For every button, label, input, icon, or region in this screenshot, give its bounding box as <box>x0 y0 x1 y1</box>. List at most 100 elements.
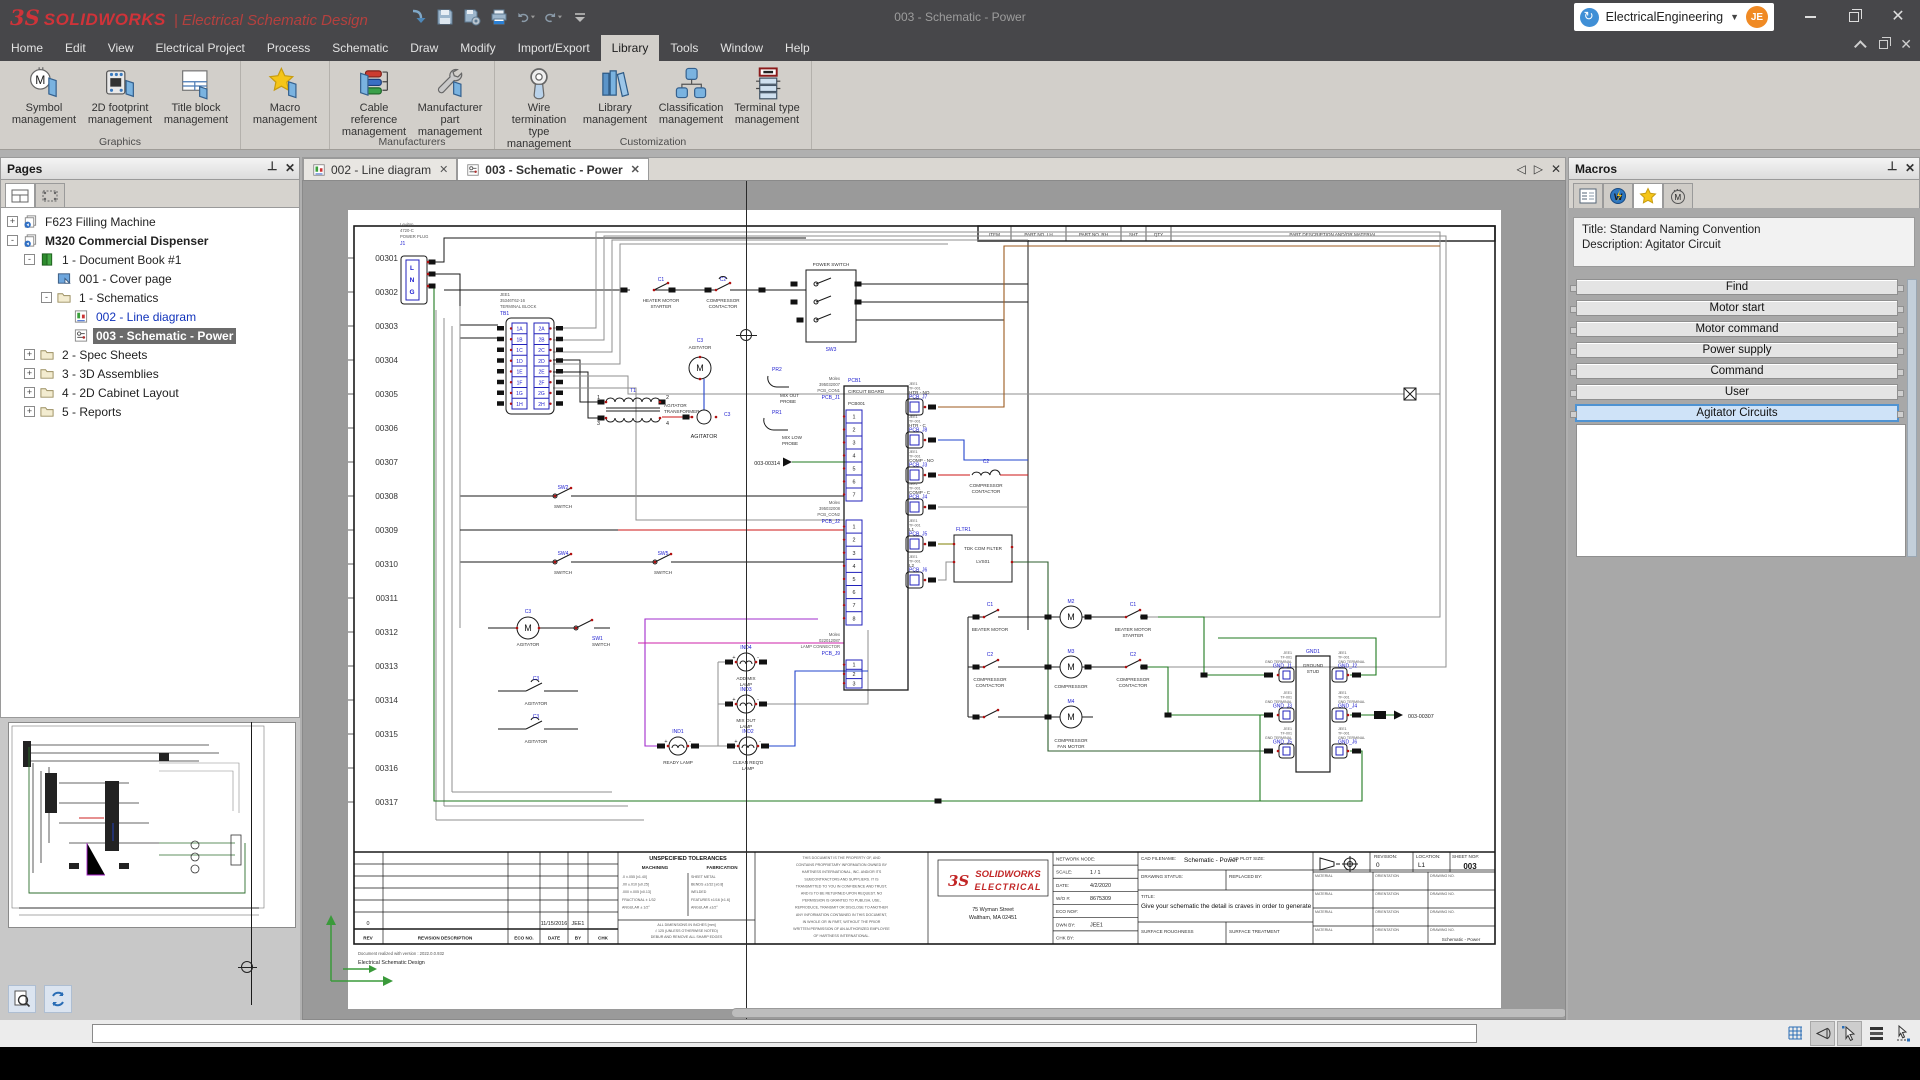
menu-process[interactable]: Process <box>256 35 321 61</box>
expand-icon[interactable]: + <box>7 216 18 227</box>
svg-text:TF-001: TF-001 <box>1280 696 1292 700</box>
tree-item-002-line-diagram[interactable]: 002 - Line diagram <box>1 307 299 326</box>
macros-tab-properties[interactable] <box>1573 183 1603 208</box>
save-all-icon[interactable] <box>462 7 482 27</box>
command-input[interactable] <box>92 1024 1477 1043</box>
tree-item-2-spec-sheets[interactable]: +2 - Spec Sheets <box>1 345 299 364</box>
menu-edit[interactable]: Edit <box>54 35 97 61</box>
document-tab-002-line-diagram[interactable]: 002 - Line diagram ✕ <box>303 158 458 180</box>
avatar[interactable]: JE <box>1746 6 1768 28</box>
macro-button-user[interactable]: User <box>1570 384 1904 400</box>
tree-item-m320-commercial-dispenser[interactable]: - M320 Commercial Dispenser <box>1 231 299 250</box>
pin-icon[interactable] <box>267 159 279 175</box>
classification-management-button[interactable]: Classification management <box>653 64 729 126</box>
expand-icon[interactable]: + <box>24 349 35 360</box>
drawing-canvas[interactable]: 00301 00302 00303 00304 00305 00306 00307 00308… <box>302 180 1566 1020</box>
svg-text:C3: C3 <box>525 609 532 615</box>
macro-button-agitator-circuits[interactable]: Agitator Circuits <box>1570 405 1904 421</box>
2d-footprint-management-button[interactable]: 2D footprint management <box>82 64 158 126</box>
grid-tool[interactable] <box>1783 1021 1808 1046</box>
tree-item-001-cover-page[interactable]: 001 - Cover page <box>1 269 299 288</box>
canvas-horizontal-scrollbar[interactable] <box>731 1008 1565 1018</box>
close-panel-icon[interactable]: ✕ <box>1905 161 1915 175</box>
menu-home[interactable]: Home <box>0 35 54 61</box>
close-tab-icon[interactable]: ✕ <box>439 163 448 176</box>
redo-icon[interactable] <box>543 7 563 27</box>
layers-tool[interactable] <box>1864 1021 1889 1046</box>
macros-tab-favorites[interactable] <box>1633 183 1663 208</box>
menu-electrical-project[interactable]: Electrical Project <box>145 35 256 61</box>
tab-scroll-left-icon[interactable]: ◁ <box>1516 162 1525 176</box>
minimize-button[interactable] <box>1788 0 1832 34</box>
macros-tab-motor[interactable]: M <box>1663 183 1693 208</box>
macro-management-button[interactable]: Macro management <box>247 64 323 126</box>
properties-icon <box>1579 188 1597 204</box>
menu-modify[interactable]: Modify <box>449 35 506 61</box>
close-button[interactable]: ✕ <box>1876 0 1920 34</box>
symbol-management-button[interactable]: M Symbol management <box>6 64 82 126</box>
macro-button-command[interactable]: Command <box>1570 363 1904 379</box>
macro-empty-list[interactable] <box>1576 424 1906 557</box>
macro-button-power-supply[interactable]: Power supply <box>1570 342 1904 358</box>
tree-item-4-2d-cabinet-layout[interactable]: +4 - 2D Cabinet Layout <box>1 383 299 402</box>
import-icon[interactable] <box>408 7 428 27</box>
projection-tool[interactable] <box>1810 1021 1835 1046</box>
measure-line-tool[interactable] <box>1891 1021 1916 1046</box>
mdi-close-icon[interactable]: ✕ <box>1900 37 1912 51</box>
menu-draw[interactable]: Draw <box>399 35 449 61</box>
snap-cursor-tool[interactable] <box>1837 1021 1862 1046</box>
manufacturer-part-management-button[interactable]: Manufacturer part management <box>412 64 488 138</box>
menu-library[interactable]: Library <box>600 35 660 61</box>
macros-tab-project-macros[interactable]: W <box>1603 183 1633 208</box>
tree-item-003-schematic-power[interactable]: 003 - Schematic - Power <box>1 326 299 345</box>
tree-item-1-document-book-1[interactable]: - 1 - Document Book #1 <box>1 250 299 269</box>
macro-button-motor-command[interactable]: Motor command <box>1570 321 1904 337</box>
pages-tab-book-view[interactable] <box>5 183 35 207</box>
collapse-icon[interactable]: - <box>7 235 18 246</box>
svg-text:3: 3 <box>597 421 600 427</box>
workspace-switcher[interactable]: ElectricalEngineering ▼ JE <box>1573 3 1774 31</box>
tab-scroll-right-icon[interactable]: ▷ <box>1534 162 1543 176</box>
svg-text:STARTER: STARTER <box>650 304 672 309</box>
collapse-icon[interactable]: - <box>41 292 52 303</box>
tree-item-1-schematics[interactable]: - 1 - Schematics <box>1 288 299 307</box>
tree-item-f623-filling-machine[interactable]: + F623 Filling Machine <box>1 212 299 231</box>
terminal-type-management-button[interactable]: Terminal type management <box>729 64 805 126</box>
macros-scrollbar[interactable] <box>1907 279 1917 557</box>
sheet-thumbnail[interactable] <box>8 722 296 928</box>
expand-icon[interactable]: + <box>24 387 35 398</box>
pin-icon[interactable] <box>1887 159 1899 175</box>
menu-tools[interactable]: Tools <box>659 35 709 61</box>
cable-reference-management-button[interactable]: Cable reference management <box>336 64 412 138</box>
menu-view[interactable]: View <box>97 35 145 61</box>
restore-button[interactable] <box>1832 0 1876 34</box>
svg-text:C3: C3 <box>697 338 704 344</box>
mdi-restore-icon[interactable] <box>1879 36 1892 49</box>
refresh-button[interactable] <box>44 985 72 1013</box>
macro-button-motor-start[interactable]: Motor start <box>1570 300 1904 316</box>
library-management-button[interactable]: Library management <box>577 64 653 126</box>
tree-item-5-reports[interactable]: +5 - Reports <box>1 402 299 421</box>
expand-icon[interactable]: + <box>24 406 35 417</box>
customize-icon[interactable] <box>570 7 590 27</box>
macro-button-find[interactable]: Find <box>1570 279 1904 295</box>
svg-text:2H: 2H <box>538 402 545 408</box>
preview-button[interactable] <box>8 985 36 1013</box>
pages-tab-frame-view[interactable] <box>35 183 65 207</box>
menu-import-export[interactable]: Import/Export <box>507 35 601 61</box>
menu-help[interactable]: Help <box>774 35 821 61</box>
menu-schematic[interactable]: Schematic <box>321 35 399 61</box>
close-document-icon[interactable]: ✕ <box>1551 162 1561 176</box>
close-panel-icon[interactable]: ✕ <box>285 161 295 175</box>
title-block-management-button[interactable]: Title block management <box>158 64 234 126</box>
close-tab-icon[interactable]: ✕ <box>631 163 640 176</box>
save-icon[interactable] <box>435 7 455 27</box>
svg-text:CAD FILENAME:: CAD FILENAME: <box>1141 856 1176 861</box>
undo-icon[interactable] <box>516 7 536 27</box>
collapse-icon[interactable]: - <box>24 254 35 265</box>
print-icon[interactable] <box>489 7 509 27</box>
expand-icon[interactable]: + <box>24 368 35 379</box>
menu-window[interactable]: Window <box>709 35 774 61</box>
document-tab-003-schematic-power[interactable]: 003 - Schematic - Power ✕ <box>457 158 649 180</box>
tree-item-3-3d-assemblies[interactable]: +3 - 3D Assemblies <box>1 364 299 383</box>
